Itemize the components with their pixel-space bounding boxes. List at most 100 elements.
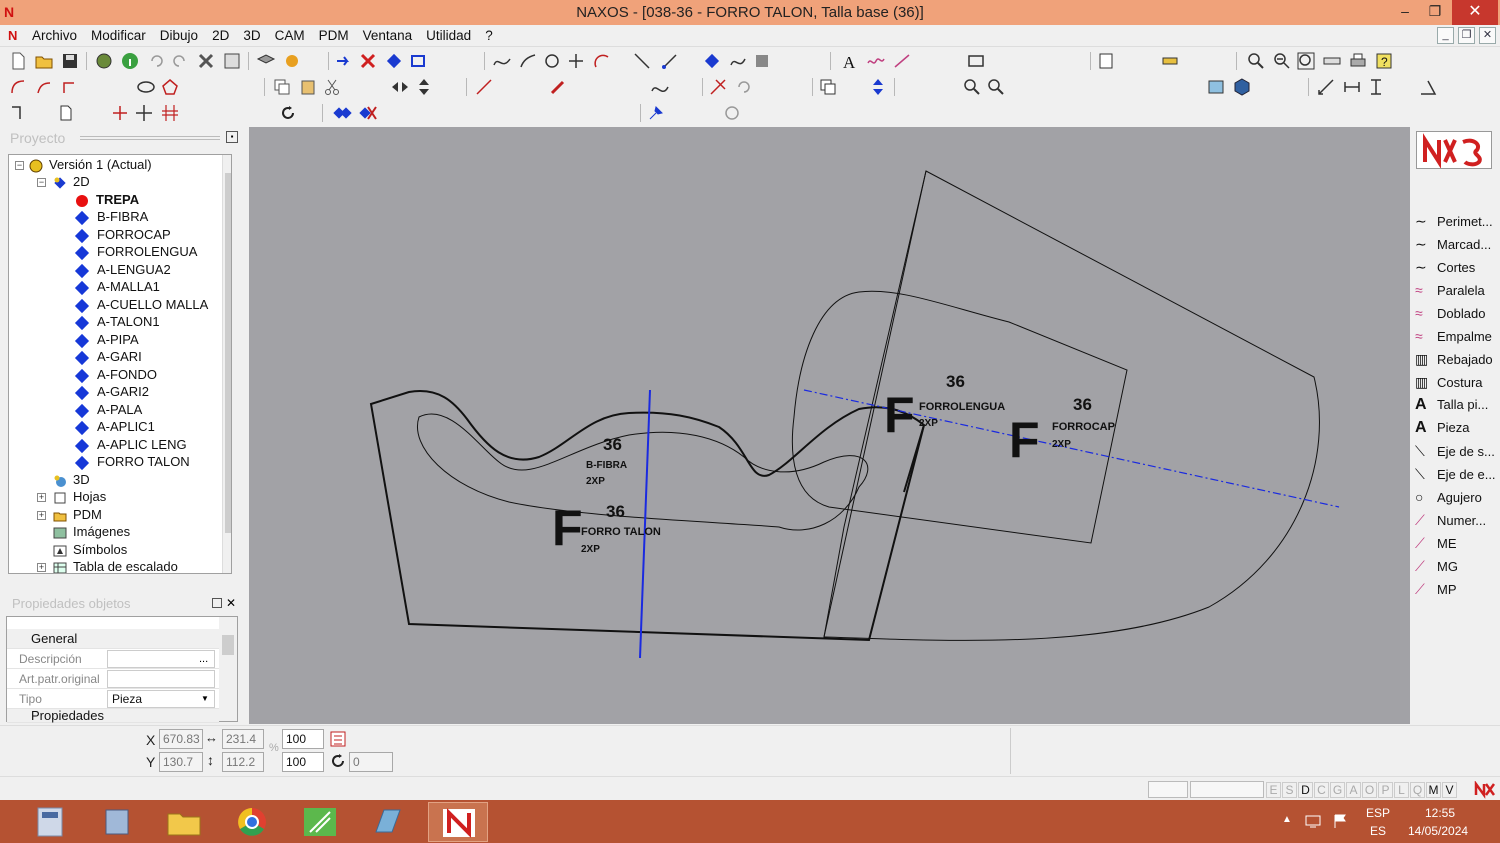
- props-scroll-thumb[interactable]: [222, 635, 234, 655]
- tool-empalme[interactable]: ≈ Empalme: [1415, 326, 1492, 346]
- menu-3d[interactable]: 3D: [243, 28, 260, 43]
- menu-ventana[interactable]: Ventana: [363, 28, 413, 43]
- menu-modificar[interactable]: Modificar: [91, 28, 146, 43]
- duplicate-icon[interactable]: [818, 77, 838, 97]
- document-logo-icon[interactable]: N: [8, 28, 17, 43]
- taskbar-green-app[interactable]: [290, 802, 350, 842]
- page-icon[interactable]: [56, 103, 76, 123]
- corner-icon[interactable]: [60, 77, 80, 97]
- tool-costura[interactable]: ▥ Costura: [1415, 372, 1483, 392]
- mdi-minimize-button[interactable]: _: [1437, 27, 1454, 44]
- fill-tool-icon[interactable]: [752, 51, 772, 71]
- taskbar-naxos[interactable]: [428, 802, 488, 842]
- settings-icon[interactable]: [94, 51, 114, 71]
- select-arrow-icon[interactable]: [334, 51, 354, 71]
- pin-icon[interactable]: [646, 103, 666, 123]
- status-flag-g[interactable]: G: [1330, 782, 1345, 798]
- prop-row-art-patr[interactable]: Art.patr.original: [7, 669, 219, 689]
- status-flag-d[interactable]: D: [1298, 782, 1313, 798]
- tool-marcado[interactable]: ∼ Marcad...: [1415, 234, 1491, 254]
- network-icon[interactable]: [1304, 812, 1322, 830]
- info-icon[interactable]: [120, 51, 140, 71]
- prop-category-propiedades[interactable]: Propiedades: [7, 709, 219, 723]
- status-flag-m[interactable]: M: [1426, 782, 1441, 798]
- tool-pieza[interactable]: A Pieza: [1415, 418, 1470, 438]
- smooth-curve-icon[interactable]: [650, 77, 670, 97]
- print-icon[interactable]: [1348, 51, 1368, 71]
- menu-help[interactable]: ?: [485, 28, 493, 43]
- tree-item-a-cuello-malla[interactable]: A-CUELLO MALLA: [74, 296, 208, 313]
- tree-item-hojas[interactable]: Hojas: [53, 488, 106, 505]
- save-icon[interactable]: [60, 51, 80, 71]
- dimension-icon[interactable]: [1316, 77, 1336, 97]
- tree-item-pdm[interactable]: PDM: [53, 506, 102, 523]
- tray-expand-icon[interactable]: ▲: [1282, 814, 1292, 825]
- properties-icon[interactable]: [222, 51, 242, 71]
- tool-rebajado[interactable]: ▥ Rebajado: [1415, 349, 1493, 369]
- tool-agujero[interactable]: ○ Agujero: [1415, 487, 1482, 507]
- region-indicator[interactable]: ES: [1370, 824, 1386, 838]
- trim-icon[interactable]: [708, 77, 728, 97]
- mirror-h-icon[interactable]: [390, 77, 410, 97]
- flag-icon[interactable]: [1332, 812, 1350, 830]
- dimension-h-icon[interactable]: [1342, 77, 1362, 97]
- forro-talon-outline[interactable]: [369, 390, 926, 642]
- tree-scrollbar[interactable]: [222, 155, 231, 573]
- tool-mg[interactable]: ⟋ MG: [1415, 556, 1458, 576]
- tree-item-forro-talon[interactable]: FORRO TALON: [74, 453, 190, 470]
- taskbar-explorer-app[interactable]: [88, 802, 148, 842]
- tree-expand-icon[interactable]: +: [37, 511, 46, 520]
- status-flag-o[interactable]: O: [1362, 782, 1377, 798]
- status-flag-p[interactable]: P: [1378, 782, 1393, 798]
- menu-2d[interactable]: 2D: [212, 28, 229, 43]
- copy-icon[interactable]: [272, 77, 292, 97]
- ruler-icon[interactable]: [1160, 51, 1180, 71]
- tool-mp[interactable]: ⟋ MP: [1415, 579, 1457, 599]
- y-coord-field[interactable]: 130.7: [159, 752, 203, 772]
- zoom-window-icon[interactable]: [1246, 51, 1266, 71]
- search-icon[interactable]: [962, 77, 982, 97]
- menu-dibujo[interactable]: Dibujo: [160, 28, 198, 43]
- taskbar-file-explorer[interactable]: [154, 802, 214, 842]
- maximize-button[interactable]: ❐: [1418, 0, 1452, 25]
- circle-gray-icon[interactable]: [722, 103, 742, 123]
- rectangle-tool-icon[interactable]: [966, 51, 986, 71]
- height-field[interactable]: 112.2: [222, 752, 264, 772]
- tree-item-simbolos[interactable]: Símbolos: [53, 541, 127, 558]
- spline-icon[interactable]: [492, 51, 512, 71]
- tree-item-a-lengua2[interactable]: A-LENGUA2: [74, 261, 171, 278]
- select-markers-icon[interactable]: [332, 103, 352, 123]
- select-window-icon[interactable]: [408, 51, 428, 71]
- drawing-canvas[interactable]: 36 B-FIBRA 2XP F 36 FORRO TALON 2XP F 36…: [249, 127, 1410, 724]
- rotate-tool-icon[interactable]: [734, 77, 754, 97]
- tool-eje-simetria[interactable]: ⟍ Eje de s...: [1415, 441, 1495, 461]
- angle-icon[interactable]: [1418, 77, 1438, 97]
- status-flag-s[interactable]: S: [1282, 782, 1297, 798]
- tree-item-2d[interactable]: 2D: [53, 173, 90, 190]
- tool-doblado[interactable]: ≈ Doblado: [1415, 303, 1485, 323]
- tree-item-a-aplic1[interactable]: A-APLIC1: [74, 418, 155, 435]
- tree-item-a-fondo[interactable]: A-FONDO: [74, 366, 157, 383]
- image-icon[interactable]: [1206, 77, 1226, 97]
- tool-talla-pieza[interactable]: A Talla pi...: [1415, 395, 1488, 415]
- clock-date[interactable]: 14/05/2024: [1408, 824, 1468, 838]
- arc-tool-icon[interactable]: [592, 51, 612, 71]
- tool-numeracion[interactable]: ⟋ Numer...: [1415, 510, 1486, 530]
- tree-item-a-gari2[interactable]: A-GARI2: [74, 383, 149, 400]
- status-flag-q[interactable]: Q: [1410, 782, 1425, 798]
- tree-collapse-icon[interactable]: −: [37, 178, 46, 187]
- mdi-close-button[interactable]: ✕: [1479, 27, 1496, 44]
- node-tool-icon[interactable]: [660, 51, 680, 71]
- chevron-down-icon[interactable]: ▼: [201, 689, 209, 709]
- close-button[interactable]: ✕: [1452, 0, 1498, 25]
- tree-expand-icon[interactable]: +: [37, 563, 46, 572]
- art-patr-field[interactable]: [107, 670, 215, 688]
- prop-row-descripcion[interactable]: Descripción...: [7, 649, 219, 669]
- panel-grip[interactable]: [80, 136, 220, 140]
- status-flag-e[interactable]: E: [1266, 782, 1281, 798]
- close-panel-icon[interactable]: ✕: [226, 596, 236, 610]
- taskbar-chrome[interactable]: [222, 802, 282, 842]
- x-coord-field[interactable]: 670.83: [159, 729, 203, 749]
- tool-cortes[interactable]: ∼ Cortes: [1415, 257, 1475, 277]
- tree-item-imagenes[interactable]: Imágenes: [53, 523, 130, 540]
